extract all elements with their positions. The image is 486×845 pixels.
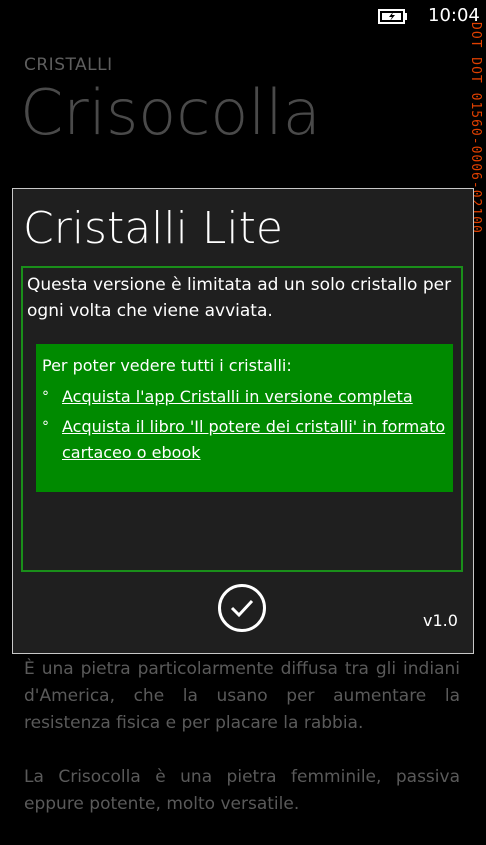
page-title: Crisocolla xyxy=(20,76,321,149)
buy-full-app-link[interactable]: Acquista l'app Cristalli in versione com… xyxy=(62,384,413,410)
section-label: CRISTALLI xyxy=(24,55,113,75)
panel-title: Per poter vedere tutti i cristalli: xyxy=(42,356,292,375)
status-bar: 10:04 xyxy=(0,0,486,32)
link-row: ° Acquista l'app Cristalli in versione c… xyxy=(42,384,447,410)
ok-button[interactable] xyxy=(218,584,266,632)
description-paragraph: È una pietra particolarmente diffusa tra… xyxy=(24,659,460,733)
lite-version-dialog: Cristalli Lite Questa versione è limitat… xyxy=(12,188,474,654)
buy-book-link[interactable]: Acquista il libro 'Il potere dei cristal… xyxy=(62,414,447,466)
link-row: ° Acquista il libro 'Il potere dei crist… xyxy=(42,414,447,466)
bullet: ° xyxy=(42,389,49,405)
description-text: È una pietra particolarmente diffusa tra… xyxy=(24,656,460,845)
dialog-title: Cristalli Lite xyxy=(23,203,283,254)
version-label: v1.0 xyxy=(423,611,458,630)
dialog-intro-text: Questa versione è limitata ad un solo cr… xyxy=(27,275,452,321)
purchase-options-panel: Per poter vedere tutti i cristalli: ° Ac… xyxy=(36,344,453,492)
checkmark-icon xyxy=(230,599,254,618)
battery-charging-icon xyxy=(378,9,408,24)
bullet: ° xyxy=(42,419,49,435)
dialog-content-frame: Questa versione è limitata ad un solo cr… xyxy=(21,266,463,572)
